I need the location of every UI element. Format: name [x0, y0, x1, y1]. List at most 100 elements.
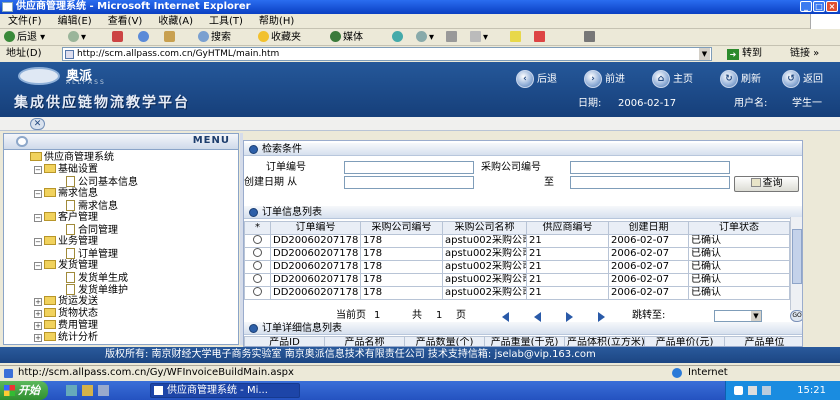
nav-home-button[interactable]: ⌂ 主页 — [652, 69, 693, 91]
internet-zone-icon — [672, 368, 682, 378]
scroll-thumb[interactable] — [792, 229, 802, 284]
nav-refresh-button[interactable]: ↻ 刷新 — [720, 69, 761, 91]
sidebar-item[interactable]: + 货物状态 — [34, 308, 98, 320]
windows-logo-icon — [810, 14, 840, 29]
taskbar-item[interactable]: 供应商管理系统 - Mi... — [150, 383, 300, 398]
page-unit-label: 页 — [456, 310, 466, 321]
close-window-button[interactable]: × — [826, 1, 838, 12]
chevron-down-icon: ▼ — [751, 311, 761, 321]
menu-help[interactable]: 帮助(H) — [251, 14, 302, 29]
go-page-button[interactable]: GO — [790, 310, 802, 322]
toolbar-favorites-button[interactable]: 收藏夹 — [258, 29, 301, 46]
toolbar-research-button[interactable] — [584, 29, 597, 46]
refresh-icon: ↻ — [720, 70, 738, 88]
sidebar-item[interactable]: 供应商管理系统 — [30, 152, 114, 164]
window-titlebar: 供应商管理系统 - Microsoft Internet Explorer _ … — [0, 0, 840, 14]
nav-return-button[interactable]: ↺ 返回 — [782, 69, 823, 91]
menu-edit[interactable]: 编辑(E) — [50, 14, 100, 29]
sidebar-item[interactable]: + 货运发送 — [34, 296, 98, 308]
menu-file[interactable]: 文件(F) — [0, 14, 50, 29]
order-no-input[interactable] — [344, 161, 474, 174]
toolbar-search-button[interactable]: 搜索 — [198, 29, 231, 46]
row-select-radio[interactable] — [253, 261, 262, 270]
created-from-input[interactable] — [344, 176, 474, 189]
toolbar-refresh-button[interactable] — [138, 29, 151, 46]
prev-page-icon[interactable] — [534, 312, 541, 322]
sidebar-item[interactable]: − 业务管理 — [34, 236, 98, 248]
volume-icon[interactable] — [748, 386, 757, 395]
toolbar-print-button[interactable] — [446, 29, 459, 46]
toolbar-stop-button[interactable] — [112, 29, 125, 46]
nav-forward-button[interactable]: › 前进 — [584, 69, 625, 91]
collapse-icon[interactable]: − — [34, 166, 42, 174]
address-input[interactable]: http://scm.allpass.com.cn/GyHTML/main.ht… — [62, 47, 712, 61]
network-icon[interactable] — [734, 386, 743, 395]
maximize-button[interactable]: □ — [813, 1, 825, 12]
collapse-icon[interactable]: − — [34, 214, 42, 222]
created-to-input[interactable] — [570, 176, 730, 189]
tray-app-icon[interactable] — [762, 386, 771, 395]
toolbar-discuss-button[interactable] — [510, 29, 523, 46]
section-bullet-icon — [249, 324, 258, 333]
toolbar-history-button[interactable] — [392, 29, 405, 46]
go-button[interactable]: ➜ 转到 — [727, 47, 762, 61]
row-select-radio[interactable] — [253, 287, 262, 296]
links-button[interactable]: 链接 » — [790, 46, 819, 62]
menu-favorites[interactable]: 收藏(A) — [150, 14, 201, 29]
nav-back-button[interactable]: ‹ 后退 — [516, 69, 557, 91]
jump-page-select[interactable]: ▼ — [714, 310, 762, 322]
table-row[interactable]: DD20060207178 178 apstu002采购公司 21 2006-02-07… — [244, 286, 790, 300]
system-tray: 15:21 — [725, 381, 840, 400]
toolbar-forward-button[interactable]: ▾ — [68, 29, 86, 46]
sidebar-item[interactable]: − 客户管理 — [34, 212, 98, 224]
expand-icon[interactable]: + — [34, 310, 42, 318]
toolbar-media-button[interactable]: 媒体 — [330, 29, 363, 46]
row-select-radio[interactable] — [253, 235, 262, 244]
sidebar-item[interactable]: − 需求信息 — [34, 188, 98, 200]
expand-icon[interactable]: + — [34, 298, 42, 306]
last-page-icon[interactable] — [598, 312, 605, 322]
next-page-icon[interactable] — [566, 312, 573, 322]
quicklaunch-media-icon[interactable] — [98, 385, 109, 396]
row-select-radio[interactable] — [253, 248, 262, 257]
toolbar-messenger-button[interactable] — [534, 29, 547, 46]
quicklaunch-desktop-icon[interactable] — [82, 385, 93, 396]
menu-tools[interactable]: 工具(T) — [201, 14, 251, 29]
collapse-icon[interactable]: − — [34, 262, 42, 270]
table-cell: 2006-02-07 — [608, 260, 689, 274]
table-cell: 2006-02-07 — [608, 234, 689, 248]
orders-scrollbar[interactable] — [790, 217, 802, 310]
minimize-button[interactable]: _ — [800, 1, 812, 12]
table-cell: 21 — [526, 234, 609, 248]
toolbar-mail-button[interactable]: ▾ — [416, 29, 434, 46]
toolbar-back-button[interactable]: 后退 ▾ — [4, 29, 45, 46]
buyer-no-input[interactable] — [570, 161, 730, 174]
expand-icon[interactable]: + — [34, 322, 42, 330]
table-row[interactable]: DD20060207178 178 apstu002采购公司 21 2006-02-07… — [244, 234, 790, 248]
jump-label: 跳转至: — [632, 310, 666, 321]
first-page-icon[interactable] — [502, 312, 509, 322]
sidebar-item-label: 客户管理 — [58, 212, 98, 223]
sidebar-item[interactable]: − 发货管理 — [34, 260, 98, 272]
start-button[interactable]: 开始 — [0, 381, 48, 400]
sidebar-item[interactable]: + 费用管理 — [34, 320, 98, 332]
current-page-value: 1 — [374, 310, 381, 321]
toolbar-edit-button[interactable]: ▾ — [470, 29, 488, 46]
table-row[interactable]: DD20060207178 178 apstu002采购公司 21 2006-02-07… — [244, 273, 790, 287]
address-dropdown-icon[interactable]: ▼ — [699, 48, 710, 60]
row-select-radio[interactable] — [253, 274, 262, 283]
table-row[interactable]: DD20060207178 178 apstu002采购公司 21 2006-02-07… — [244, 260, 790, 274]
close-panel-button[interactable]: ✕ — [30, 118, 45, 130]
toolbar-home-button[interactable] — [164, 29, 177, 46]
sidebar-item[interactable]: − 基础设置 — [34, 164, 98, 176]
menu-title: MENU — [192, 135, 230, 146]
collapse-icon[interactable]: − — [34, 190, 42, 198]
collapse-icon[interactable]: − — [34, 238, 42, 246]
expand-icon[interactable]: + — [34, 334, 42, 342]
quicklaunch-ie-icon[interactable] — [66, 385, 77, 396]
query-button[interactable]: 查询 — [734, 176, 799, 192]
menu-view[interactable]: 查看(V) — [100, 14, 151, 29]
sidebar-item[interactable]: + 统计分析 — [34, 332, 98, 344]
table-cell: 2006-02-07 — [608, 247, 689, 261]
table-row[interactable]: DD20060207178 178 apstu002采购公司 21 2006-02-07… — [244, 247, 790, 261]
